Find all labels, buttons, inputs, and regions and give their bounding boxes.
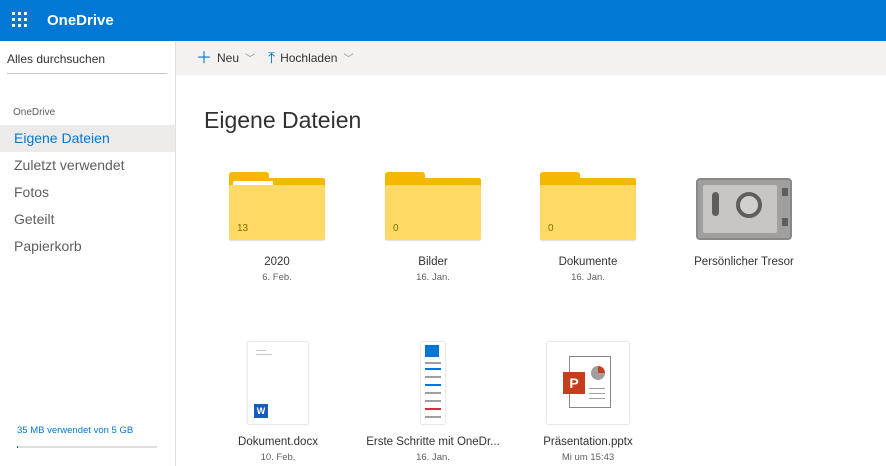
file-tile-dokument-docx[interactable]: W Dokument.docx 10. Feb. [208, 342, 348, 463]
file-tile-folder-dokumente[interactable]: 0 Dokumente 16. Jan. [518, 172, 658, 283]
folder-item-count: 0 [548, 223, 554, 234]
new-button-label: Neu [217, 51, 240, 65]
storage-bar [17, 446, 157, 448]
upload-button-label: Hochladen [280, 51, 338, 65]
pdf-thumbnail [421, 342, 445, 424]
storage-bar-fill [17, 446, 19, 448]
file-name: 2020 [264, 256, 290, 268]
docx-thumbnail: W [248, 342, 308, 424]
chevron-down-icon: ﹀ [245, 54, 256, 65]
page-title: Eigene Dateien [204, 107, 362, 133]
file-date: Mi um 15:43 [561, 452, 615, 463]
folder-item-count: 0 [393, 223, 399, 234]
file-date: 16. Jan. [416, 272, 450, 283]
sidebar-nav: Eigene Dateien Zuletzt verwendet Fotos G… [0, 125, 175, 260]
file-tile-folder-2020[interactable]: 13 2020 6. Feb. [207, 172, 347, 283]
upload-button[interactable]: ⤒ Hochladen ﹀ [268, 41, 353, 75]
new-button[interactable]: ＋ Neu ﹀ [196, 41, 255, 75]
sidebar-item-recent[interactable]: Zuletzt verwendet [0, 152, 175, 179]
sidebar-item-my-files[interactable]: Eigene Dateien [0, 125, 175, 152]
file-date: 16. Jan. [571, 272, 605, 283]
vault-icon [696, 178, 792, 240]
folder-icon: 13 [229, 172, 325, 240]
file-date: 6. Feb. [262, 272, 292, 283]
sidebar-item-shared[interactable]: Geteilt [0, 206, 175, 233]
file-name: Erste Schritte mit OneDr... [366, 436, 500, 448]
command-bar: ＋ Neu ﹀ ⤒ Hochladen ﹀ [176, 41, 886, 75]
file-name: Präsentation.pptx [543, 436, 633, 448]
folder-icon: 0 [385, 172, 481, 240]
file-tile-folder-bilder[interactable]: 0 Bilder 16. Jan. [363, 172, 503, 283]
storage-link[interactable]: 35 MB verwendet von 5 GB [17, 425, 133, 436]
pie-icon [591, 366, 605, 380]
plus-icon: ＋ [196, 50, 213, 67]
sidebar-section-label: OneDrive [13, 107, 56, 118]
file-date: 10. Feb. [260, 452, 296, 463]
sidebar-item-recycle-bin[interactable]: Papierkorb [0, 233, 175, 260]
upload-icon: ⤒ [268, 50, 276, 67]
app-launcher-icon[interactable] [12, 12, 28, 28]
file-tile-praesentation-pptx[interactable]: P Präsentation.pptx Mi um 15:43 [518, 342, 658, 463]
app-title[interactable]: OneDrive [47, 12, 114, 29]
sidebar: Alles durchsuchen OneDrive Eigene Dateie… [0, 41, 176, 466]
folder-item-count: 13 [237, 223, 249, 234]
file-name: Bilder [418, 256, 448, 268]
file-tile-personal-vault[interactable]: Persönlicher Tresor [674, 178, 814, 268]
search-input[interactable]: Alles durchsuchen [7, 52, 167, 74]
sidebar-item-photos[interactable]: Fotos [0, 179, 175, 206]
file-date: 16. Jan. [416, 452, 450, 463]
app-header: OneDrive [0, 0, 886, 41]
file-tile-erste-schritte[interactable]: Erste Schritte mit OneDr... 16. Jan. [363, 342, 503, 463]
folder-icon: 0 [540, 172, 636, 240]
powerpoint-icon: P [563, 372, 585, 394]
chevron-down-icon: ﹀ [343, 54, 354, 65]
file-name: Dokumente [558, 256, 618, 268]
file-name: Dokument.docx [238, 436, 318, 448]
file-name: Persönlicher Tresor [694, 256, 794, 268]
word-icon: W [254, 404, 268, 418]
pptx-thumbnail: P [547, 342, 629, 424]
